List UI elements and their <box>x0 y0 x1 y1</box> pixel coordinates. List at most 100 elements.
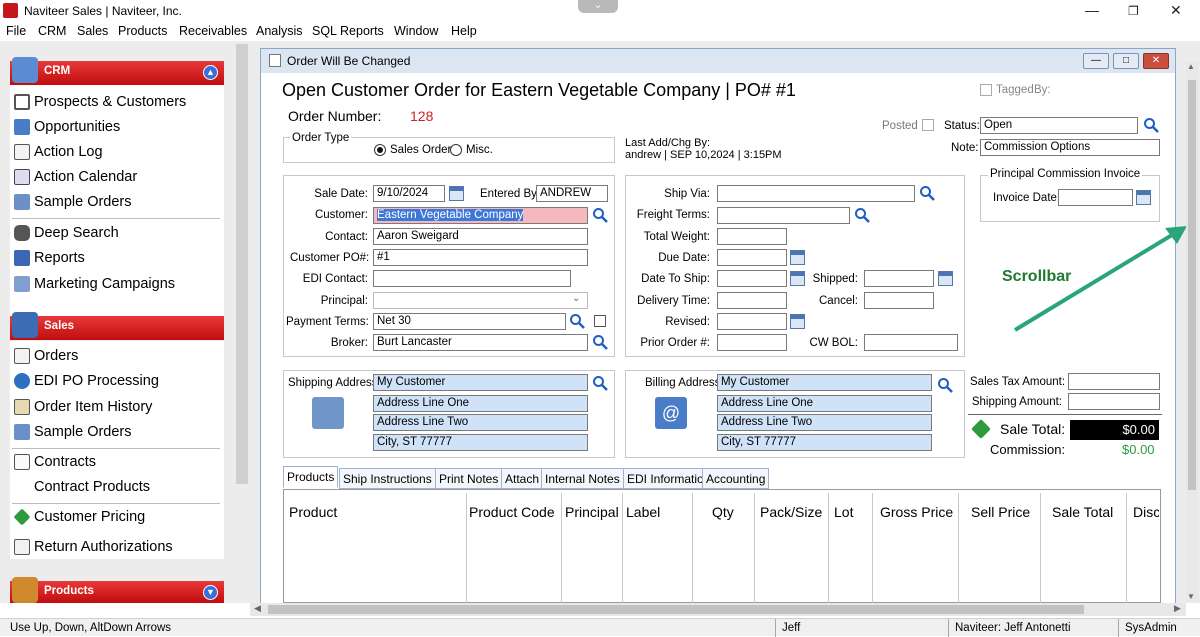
close-icon[interactable]: ✕ <box>1143 53 1169 69</box>
order-type-sales-radio[interactable] <box>374 144 386 156</box>
delivery-time-field[interactable] <box>717 292 787 309</box>
menu-file[interactable]: File <box>6 24 26 38</box>
due-date-field[interactable] <box>717 249 787 266</box>
tab-products[interactable]: Products <box>283 466 339 488</box>
shipping-line-4[interactable]: City, ST 77777 <box>373 434 588 451</box>
payment-terms-field[interactable]: Net 30 <box>373 313 566 330</box>
cancel-field[interactable] <box>864 292 934 309</box>
menu-sql-reports[interactable]: SQL Reports <box>312 24 384 38</box>
date-to-ship-field[interactable] <box>717 270 787 287</box>
broker-field[interactable]: Burt Lancaster <box>373 334 588 351</box>
freight-terms-field[interactable] <box>717 207 850 224</box>
chevron-down-icon[interactable]: ⌄ <box>572 293 580 304</box>
ship-via-field[interactable] <box>717 185 915 202</box>
col-gross-price[interactable]: Gross Price <box>880 504 953 520</box>
restore-icon[interactable]: ❐ <box>1128 4 1139 18</box>
crm-header[interactable]: CRM ▲ <box>10 57 224 85</box>
order-type-misc-radio[interactable] <box>450 144 462 156</box>
payment-terms-checkbox[interactable] <box>594 315 606 327</box>
sales-tax-field[interactable] <box>1068 373 1160 390</box>
scroll-up-icon[interactable]: ▲ <box>1187 62 1195 71</box>
search-icon[interactable] <box>854 207 870 223</box>
search-icon[interactable] <box>1143 117 1159 133</box>
shipping-line-1[interactable]: My Customer <box>373 374 588 391</box>
menu-window[interactable]: Window <box>394 24 438 38</box>
total-weight-field[interactable] <box>717 228 787 245</box>
billing-line-1[interactable]: My Customer <box>717 374 932 391</box>
tab-ship-instructions[interactable]: Ship Instructions <box>339 468 436 489</box>
menu-products[interactable]: Products <box>118 24 167 38</box>
search-icon[interactable] <box>919 185 935 201</box>
shipped-field[interactable] <box>864 270 934 287</box>
prior-order-field[interactable] <box>717 334 787 351</box>
billing-line-4[interactable]: City, ST 77777 <box>717 434 932 451</box>
menu-receivables[interactable]: Receivables <box>179 24 247 38</box>
scroll-right-icon[interactable]: ▶ <box>1174 603 1181 614</box>
menu-crm[interactable]: CRM <box>38 24 66 38</box>
calendar-icon[interactable] <box>1136 190 1151 205</box>
calendar-icon[interactable] <box>790 250 805 265</box>
col-principal[interactable]: Principal <box>565 504 619 520</box>
tab-accounting[interactable]: Accounting <box>702 468 770 489</box>
principal-select[interactable] <box>373 292 588 309</box>
search-icon[interactable] <box>569 313 585 329</box>
scroll-left-icon[interactable]: ◀ <box>254 603 261 614</box>
products-header[interactable]: Products ▼ <box>10 577 224 603</box>
chevron-down-icon[interactable]: ▼ <box>203 585 218 600</box>
close-icon[interactable]: ✕ <box>1170 2 1182 19</box>
col-product-code[interactable]: Product Code <box>469 504 555 520</box>
tab-internal-notes[interactable]: Internal Notes <box>541 468 624 489</box>
shipping-amount-field[interactable] <box>1068 393 1160 410</box>
edi-contact-field[interactable] <box>373 270 571 287</box>
sales-header[interactable]: Sales <box>10 312 224 340</box>
tab-print-notes[interactable]: Print Notes <box>435 468 503 489</box>
search-icon[interactable] <box>592 207 608 223</box>
col-disc[interactable]: Disc <box>1133 504 1159 520</box>
sidebar-scrollbar[interactable] <box>236 44 248 484</box>
status-field[interactable]: Open <box>980 117 1138 134</box>
chevron-down-icon[interactable]: ⌄ <box>578 0 618 13</box>
menu-analysis[interactable]: Analysis <box>256 24 303 38</box>
sale-date-field[interactable]: 9/10/2024 <box>373 185 445 202</box>
invoice-date-field[interactable] <box>1058 189 1133 206</box>
tagged-checkbox[interactable] <box>980 84 992 96</box>
vertical-scrollbar-thumb[interactable] <box>1188 80 1196 490</box>
chevron-up-icon[interactable]: ▲ <box>203 65 218 80</box>
scroll-down-icon[interactable]: ▼ <box>1187 592 1195 601</box>
col-qty[interactable]: Qty <box>712 504 734 520</box>
entered-by-field[interactable]: ANDREW <box>536 185 608 202</box>
contact-field[interactable]: Aaron Sweigard <box>373 228 588 245</box>
calendar-icon[interactable] <box>449 186 464 201</box>
revised-field[interactable] <box>717 313 787 330</box>
posted-checkbox[interactable] <box>922 119 934 131</box>
shipping-line-2[interactable]: Address Line One <box>373 395 588 412</box>
cw-bol-field[interactable] <box>864 334 958 351</box>
customer-field[interactable]: Eastern Vegetable Company <box>373 207 588 224</box>
search-icon[interactable] <box>592 334 608 350</box>
col-label[interactable]: Label <box>626 504 660 520</box>
billing-line-3[interactable]: Address Line Two <box>717 414 932 431</box>
col-lot[interactable]: Lot <box>834 504 853 520</box>
billing-line-2[interactable]: Address Line One <box>717 395 932 412</box>
restore-icon[interactable]: □ <box>1113 53 1139 69</box>
horizontal-scrollbar-thumb[interactable] <box>268 605 1084 614</box>
tab-edi-information[interactable]: EDI Information <box>623 468 715 489</box>
calendar-icon[interactable] <box>790 271 805 286</box>
calendar-icon[interactable] <box>938 271 953 286</box>
col-sale-total[interactable]: Sale Total <box>1052 504 1113 520</box>
note-field[interactable]: Commission Options <box>980 139 1160 156</box>
col-product[interactable]: Product <box>289 504 337 520</box>
search-icon[interactable] <box>937 377 953 393</box>
shipping-line-3[interactable]: Address Line Two <box>373 414 588 431</box>
menu-help[interactable]: Help <box>451 24 477 38</box>
minimize-icon[interactable]: — <box>1083 53 1109 69</box>
menu-sales[interactable]: Sales <box>77 24 108 38</box>
customer-po-field[interactable]: #1 <box>373 249 588 266</box>
col-pack-size[interactable]: Pack/Size <box>760 504 822 520</box>
calendar-icon[interactable] <box>790 314 805 329</box>
search-icon[interactable] <box>592 375 608 391</box>
minimize-icon[interactable]: — <box>1085 2 1099 18</box>
principal-label: Principal: <box>320 295 368 307</box>
tab-attach[interactable]: Attach <box>501 468 544 489</box>
col-sell-price[interactable]: Sell Price <box>971 504 1030 520</box>
